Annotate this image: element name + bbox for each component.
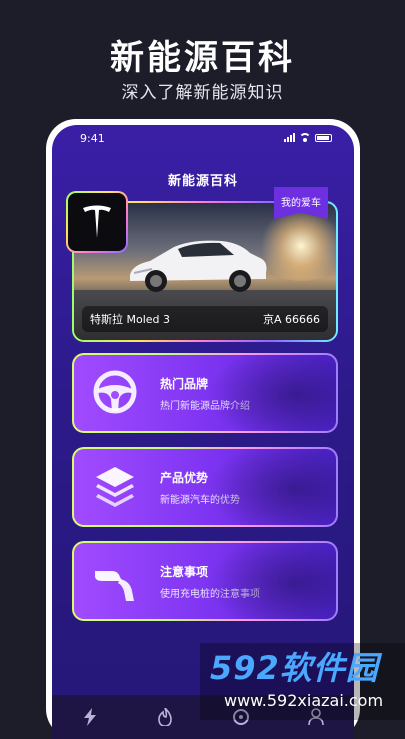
- menu-desc: 新能源汽车的优势: [160, 495, 240, 506]
- flame-icon[interactable]: [155, 707, 175, 727]
- tesla-logo-icon: [83, 205, 111, 238]
- charger-plug-icon: [95, 571, 134, 601]
- status-icons: [284, 133, 332, 142]
- watermark-url: www.592xiazai.com: [224, 691, 384, 710]
- menu-desc: 使用充电桩的注意事项: [160, 589, 260, 600]
- status-time: 9:41: [80, 132, 105, 145]
- car-plate: 京A 66666: [262, 313, 320, 326]
- promo-title: 新能源百科: [110, 38, 295, 78]
- lightning-icon[interactable]: [80, 707, 100, 727]
- brand-logo: [66, 191, 128, 253]
- car-info-bar: 特斯拉 Moled 3 京A 66666: [82, 306, 328, 332]
- car-image: [130, 240, 267, 292]
- menu-title: 产品优势: [160, 471, 209, 485]
- menu-card-advantages[interactable]: 产品优势 新能源汽车的优势: [72, 447, 338, 527]
- steering-wheel-icon: [93, 370, 137, 414]
- app-title: 新能源百科: [167, 174, 238, 189]
- watermark: 592软件园 www.592xiazai.com: [200, 643, 405, 720]
- menu-title: 热门品牌: [160, 377, 209, 391]
- status-bar: 9:41: [52, 125, 354, 151]
- signal-icon: [284, 133, 295, 142]
- menu-card-notes[interactable]: 注意事项 使用充电桩的注意事项: [72, 541, 338, 621]
- car-name: 特斯拉 Moled 3: [90, 313, 171, 326]
- wifi-icon: [299, 133, 311, 142]
- menu-desc: 热门新能源品牌介绍: [160, 401, 250, 412]
- promo-subtitle: 深入了解新能源知识: [121, 83, 284, 103]
- battery-icon: [315, 133, 332, 142]
- menu-card-hot-brands[interactable]: 热门品牌 热门新能源品牌介绍: [72, 353, 338, 433]
- watermark-logo: 592软件园: [210, 649, 379, 687]
- layers-icon: [96, 467, 134, 507]
- menu-title: 注意事项: [160, 565, 209, 579]
